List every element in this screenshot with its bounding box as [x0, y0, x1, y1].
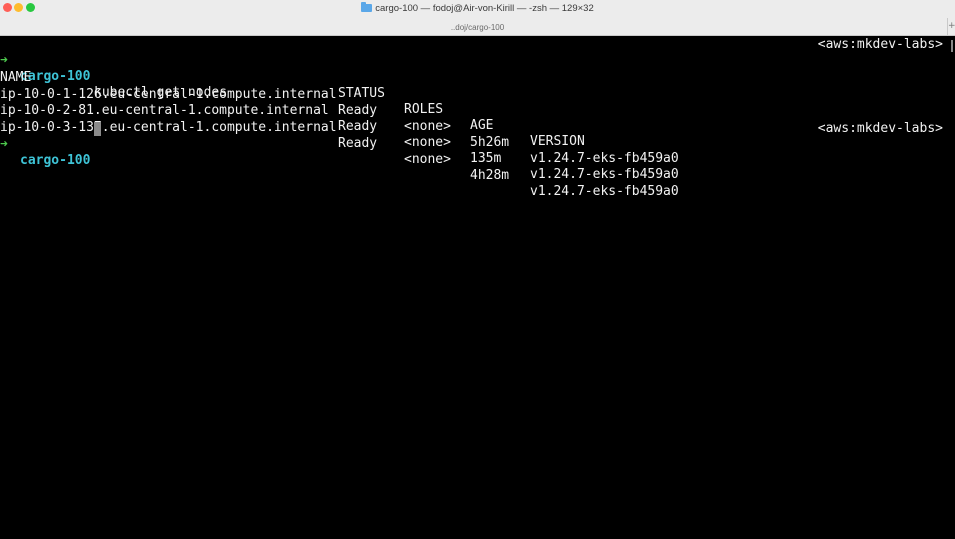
- terminal-output[interactable]: ➜ cargo-100 kubectl get nodes <aws:mkdev…: [0, 37, 955, 539]
- folder-icon: [361, 2, 373, 12]
- table-row: ip-10-0-3-137.eu-central-1.compute.inter…: [0, 104, 955, 199]
- table-row: ip-10-0-2-81.eu-central-1.compute.intern…: [0, 87, 955, 182]
- node-version: v1.24.7-eks-fb459a0: [530, 184, 679, 200]
- right-prompt: <aws:mkdev-labs>: [817, 121, 943, 136]
- node-status: Ready: [338, 136, 378, 152]
- prompt-directory: cargo-100: [20, 153, 91, 168]
- scrollbar[interactable]: [951, 40, 953, 52]
- text-cursor: [94, 122, 101, 136]
- node-age: 4h28m: [470, 168, 510, 184]
- tab-path[interactable]: ..doj/cargo-100: [0, 20, 955, 35]
- right-prompt: <aws:mkdev-labs>: [817, 37, 943, 52]
- window-titlebar: cargo-100 — fodoj@Air-von-Kirill — -zsh …: [0, 0, 955, 36]
- node-roles: <none>: [404, 135, 451, 151]
- table-row: ip-10-0-1-126.eu-central-1.compute.inter…: [0, 71, 955, 166]
- table-header: NAME STATUS ROLES AGE VERSION: [0, 54, 955, 149]
- node-version: v1.24.7-eks-fb459a0: [530, 150, 679, 166]
- prompt-arrow-icon: ➜: [0, 137, 8, 152]
- node-version: v1.24.7-eks-fb459a0: [530, 167, 679, 183]
- window-title-text: cargo-100 — fodoj@Air-von-Kirill — -zsh …: [375, 3, 594, 14]
- command-line: ➜ cargo-100 kubectl get nodes: [0, 37, 955, 100]
- prompt-line[interactable]: ➜ cargo-100: [0, 121, 955, 168]
- new-tab-button[interactable]: +: [947, 18, 955, 35]
- window-title: cargo-100 — fodoj@Air-von-Kirill — -zsh …: [0, 2, 955, 15]
- node-age: 135m: [470, 151, 502, 167]
- node-roles: <none>: [404, 152, 451, 168]
